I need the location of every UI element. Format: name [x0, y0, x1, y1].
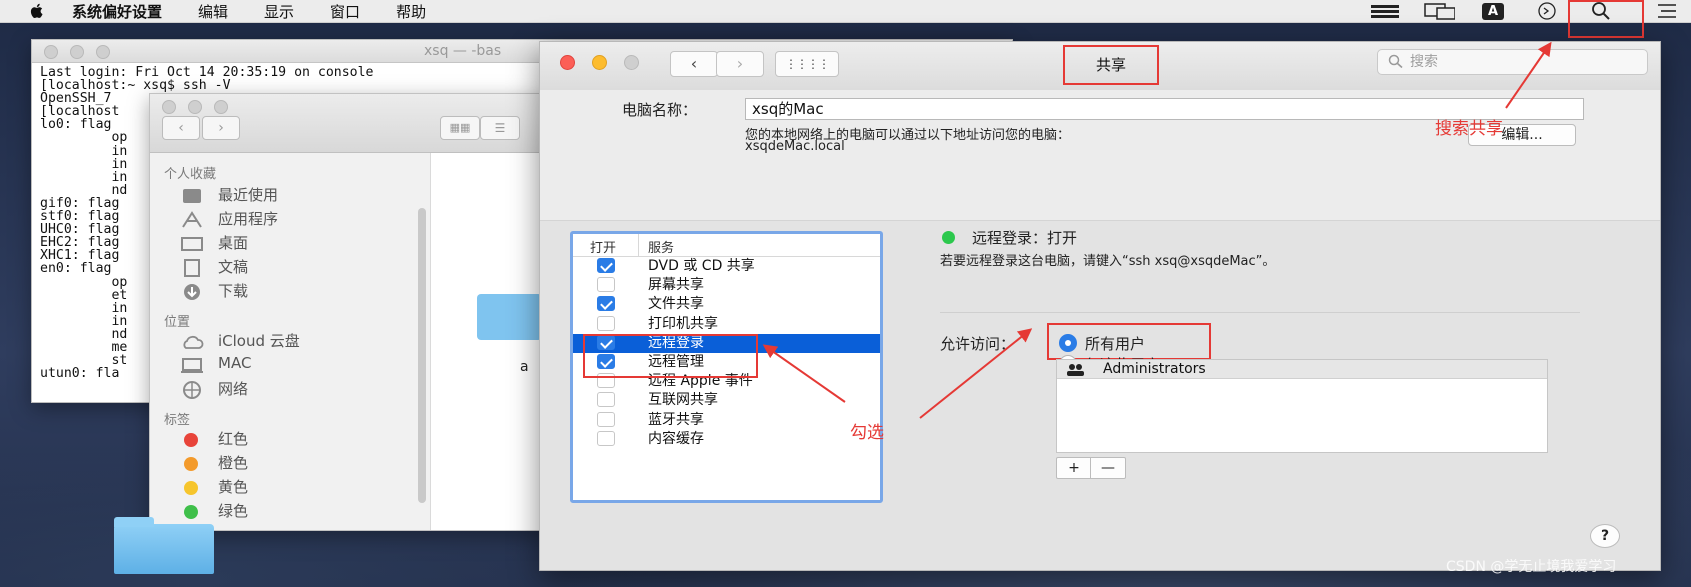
arrow-to-services: [762, 344, 846, 403]
arrow-to-search: [1505, 41, 1552, 109]
watermark-text: CSDN @学无止境我爱学习: [1446, 559, 1617, 575]
annotation-arrows: [762, 41, 1552, 419]
annotation-check: 勾选: [850, 423, 884, 443]
annotation-search-sharing: 搜索共享: [1435, 119, 1503, 139]
arrow-to-all-users: [919, 328, 1033, 419]
